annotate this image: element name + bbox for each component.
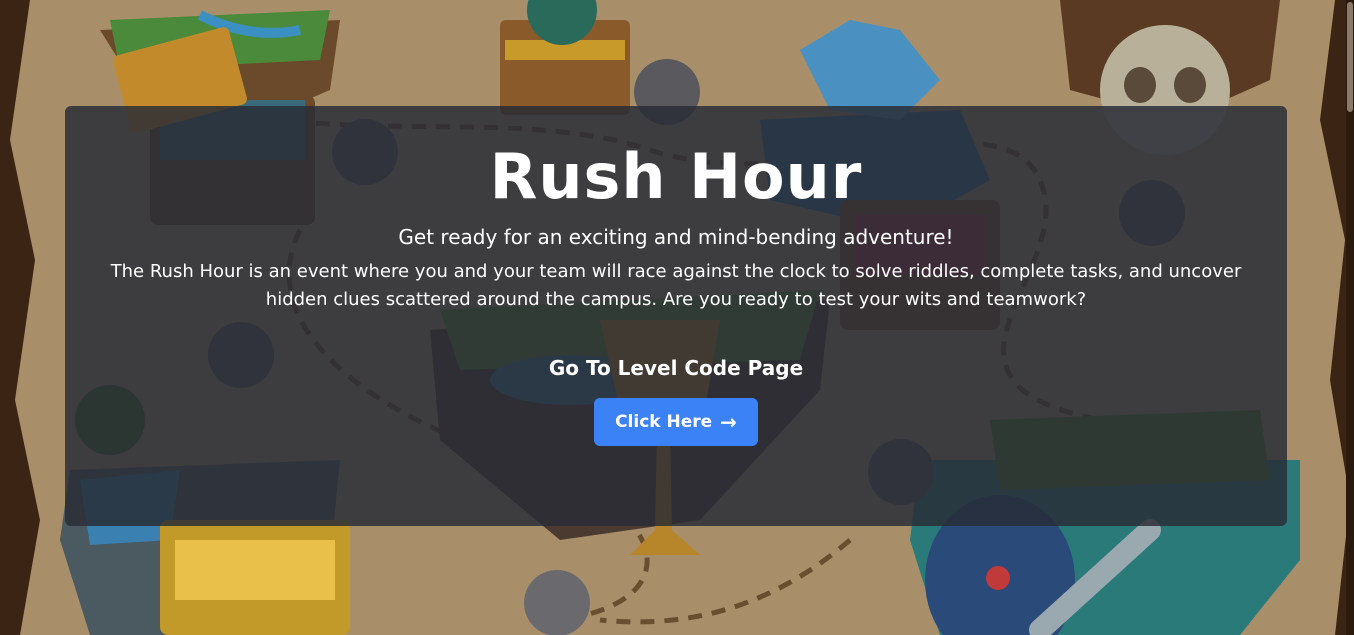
goto-level-code-heading: Go To Level Code Page <box>548 356 804 380</box>
hero-description: The Rush Hour is an event where you and … <box>110 261 1242 310</box>
click-here-label: Click Here <box>615 412 713 432</box>
click-here-button[interactable]: Click Here → <box>594 398 758 446</box>
page-scrollbar[interactable] <box>1346 0 1354 635</box>
arrow-right-icon: → <box>720 410 737 434</box>
hero-subtitle: Get ready for an exciting and mind-bendi… <box>398 225 954 249</box>
hero-panel: Rush Hour Get ready for an exciting and … <box>65 106 1287 526</box>
scrollbar-thumb[interactable] <box>1347 2 1353 112</box>
level-node <box>524 570 590 635</box>
page-title: Rush Hour <box>489 140 863 213</box>
